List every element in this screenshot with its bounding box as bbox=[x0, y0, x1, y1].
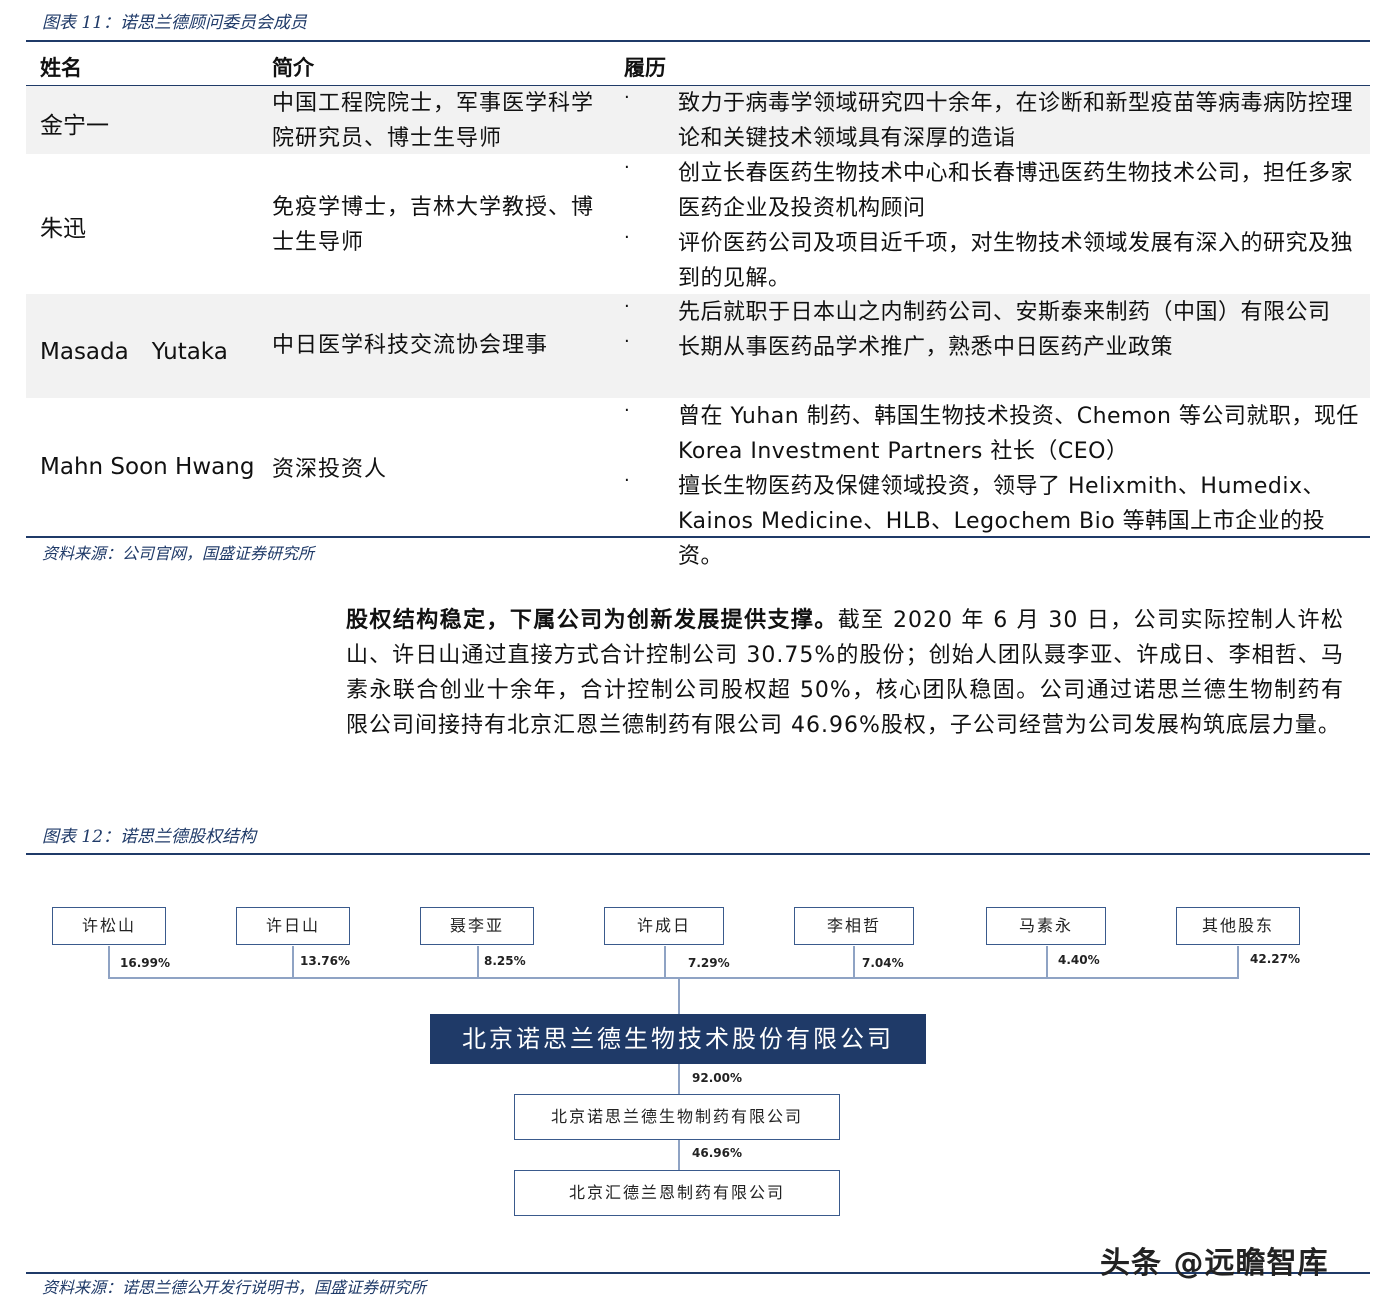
advisory-table: 姓名 简介 履历 金宁一 中国工程院院士，军事医学科学院研究员、博士生导师 · 致… bbox=[26, 40, 1370, 569]
shareholder-box: 聂李亚 bbox=[420, 907, 534, 945]
header-cv: 履历 bbox=[624, 56, 666, 80]
shareholder-box: 许日山 bbox=[236, 907, 350, 945]
connector-line bbox=[292, 946, 294, 978]
figure12-source: 资料来源：诺思兰德公开发行说明书，国盛证券研究所 bbox=[42, 1278, 427, 1297]
share-pct: 4.40% bbox=[1058, 953, 1100, 967]
bullet-dot: · bbox=[624, 87, 631, 108]
member-name: 朱迅 bbox=[40, 216, 86, 242]
header-intro: 简介 bbox=[272, 56, 314, 80]
cv-bullet: · 评价医药公司及项目近千项，对生物技术领域发展有深入的研究及独到的见解。 bbox=[622, 226, 1362, 296]
bullet-dot: · bbox=[624, 331, 631, 352]
share-pct: 7.04% bbox=[862, 956, 904, 970]
shareholder-box: 马素永 bbox=[986, 907, 1106, 945]
member-cv: · 创立长春医药生物技术中心和长春博迅医药生物技术公司，担任多家医药企业及投资机构… bbox=[622, 156, 1362, 296]
header-name: 姓名 bbox=[40, 56, 82, 80]
table-row: Masada Yutaka 中日医学科技交流协会理事 · 先后就职于日本山之内制药… bbox=[26, 294, 1370, 398]
connector-line bbox=[678, 977, 680, 1014]
subsidiary-box: 北京汇德兰恩制药有限公司 bbox=[514, 1170, 840, 1216]
sub1-pct: 92.00% bbox=[692, 1071, 742, 1085]
member-name: Mahn Soon Hwang bbox=[40, 454, 255, 480]
member-intro: 中日医学科技交流协会理事 bbox=[272, 333, 549, 358]
table-header: 姓名 简介 履历 bbox=[26, 40, 1370, 86]
subsidiary-box: 北京诺思兰德生物制药有限公司 bbox=[514, 1094, 840, 1140]
connector-line bbox=[477, 946, 479, 978]
cv-bullet: · 擅长生物医药及保健领域投资，领导了 Helixmith、Humedix、Kai… bbox=[622, 469, 1362, 574]
figure11-source: 资料来源：公司官网，国盛证券研究所 bbox=[42, 544, 315, 563]
connector-line bbox=[853, 946, 855, 978]
shareholder-box: 其他股东 bbox=[1176, 907, 1300, 945]
table-row: 朱迅 免疫学博士，吉林大学教授、博士生导师 · 创立长春医药生物技术中心和长春博迅… bbox=[26, 154, 1370, 294]
figure11-title: 图表 11：诺思兰德顾问委员会成员 bbox=[42, 13, 308, 33]
connector-line bbox=[1046, 946, 1048, 978]
bullet-dot: · bbox=[624, 470, 631, 491]
figure12-title: 图表 12：诺思兰德股权结构 bbox=[42, 827, 257, 847]
main-company-box: 北京诺思兰德生物技术股份有限公司 bbox=[430, 1014, 926, 1064]
share-pct: 8.25% bbox=[484, 954, 526, 968]
connector-line bbox=[664, 946, 666, 978]
member-name: Masada Yutaka bbox=[40, 339, 228, 365]
watermark: 头条 @远瞻智库 bbox=[1100, 1246, 1329, 1281]
sub2-pct: 46.96% bbox=[692, 1146, 742, 1160]
connector-line bbox=[678, 1140, 680, 1170]
table-row: Mahn Soon Hwang 资深投资人 · 曾在 Yuhan 制药、韩国生物技… bbox=[26, 398, 1370, 569]
bullet-dot: · bbox=[624, 227, 631, 248]
body-paragraph: 股权结构稳定，下属公司为创新发展提供支撑。截至 2020 年 6 月 30 日，… bbox=[346, 603, 1344, 743]
member-intro: 资深投资人 bbox=[272, 457, 388, 482]
table-row: 金宁一 中国工程院院士，军事医学科学院研究员、博士生导师 · 致力于病毒学领域研究… bbox=[26, 86, 1370, 154]
bullet-dot: · bbox=[624, 157, 631, 178]
member-name: 金宁一 bbox=[40, 113, 109, 139]
cv-bullet: · 创立长春医药生物技术中心和长春博迅医药生物技术公司，担任多家医药企业及投资机构… bbox=[622, 156, 1362, 226]
cv-bullet: · 长期从事医药品学术推广，熟悉中日医药产业政策 bbox=[622, 330, 1362, 365]
paragraph-lead: 股权结构稳定，下属公司为创新发展提供支撑。 bbox=[346, 608, 838, 633]
shareholder-box: 李相哲 bbox=[794, 907, 914, 945]
connector-line bbox=[1237, 946, 1239, 978]
share-pct: 16.99% bbox=[120, 956, 170, 970]
cv-bullet: · 致力于病毒学领域研究四十余年，在诊断和新型疫苗等病毒病防控理论和关键技术领域具… bbox=[622, 86, 1362, 156]
cv-bullet: · 先后就职于日本山之内制药公司、安斯泰来制药（中国）有限公司 bbox=[622, 295, 1362, 330]
shareholder-box: 许松山 bbox=[52, 907, 166, 945]
connector-line bbox=[108, 946, 110, 978]
connector-bus bbox=[108, 977, 1239, 979]
member-cv: · 曾在 Yuhan 制药、韩国生物技术投资、Chemon 等公司就职，现任 Ko… bbox=[622, 399, 1362, 574]
member-intro: 免疫学博士，吉林大学教授、博士生导师 bbox=[272, 195, 595, 255]
bullet-dot: · bbox=[624, 400, 631, 421]
bullet-dot: · bbox=[624, 296, 631, 317]
figure12-rule bbox=[26, 853, 1370, 855]
cv-bullet: · 曾在 Yuhan 制药、韩国生物技术投资、Chemon 等公司就职，现任 Ko… bbox=[622, 399, 1362, 469]
member-cv: · 先后就职于日本山之内制药公司、安斯泰来制药（中国）有限公司 · 长期从事医药品学… bbox=[622, 295, 1362, 365]
share-pct: 13.76% bbox=[300, 954, 350, 968]
shareholder-box: 许成日 bbox=[604, 907, 724, 945]
member-cv: · 致力于病毒学领域研究四十余年，在诊断和新型疫苗等病毒病防控理论和关键技术领域具… bbox=[622, 86, 1362, 156]
connector-line bbox=[678, 1064, 680, 1094]
share-pct: 7.29% bbox=[688, 956, 730, 970]
share-pct: 42.27% bbox=[1250, 952, 1300, 966]
member-intro: 中国工程院院士，军事医学科学院研究员、博士生导师 bbox=[272, 91, 595, 151]
